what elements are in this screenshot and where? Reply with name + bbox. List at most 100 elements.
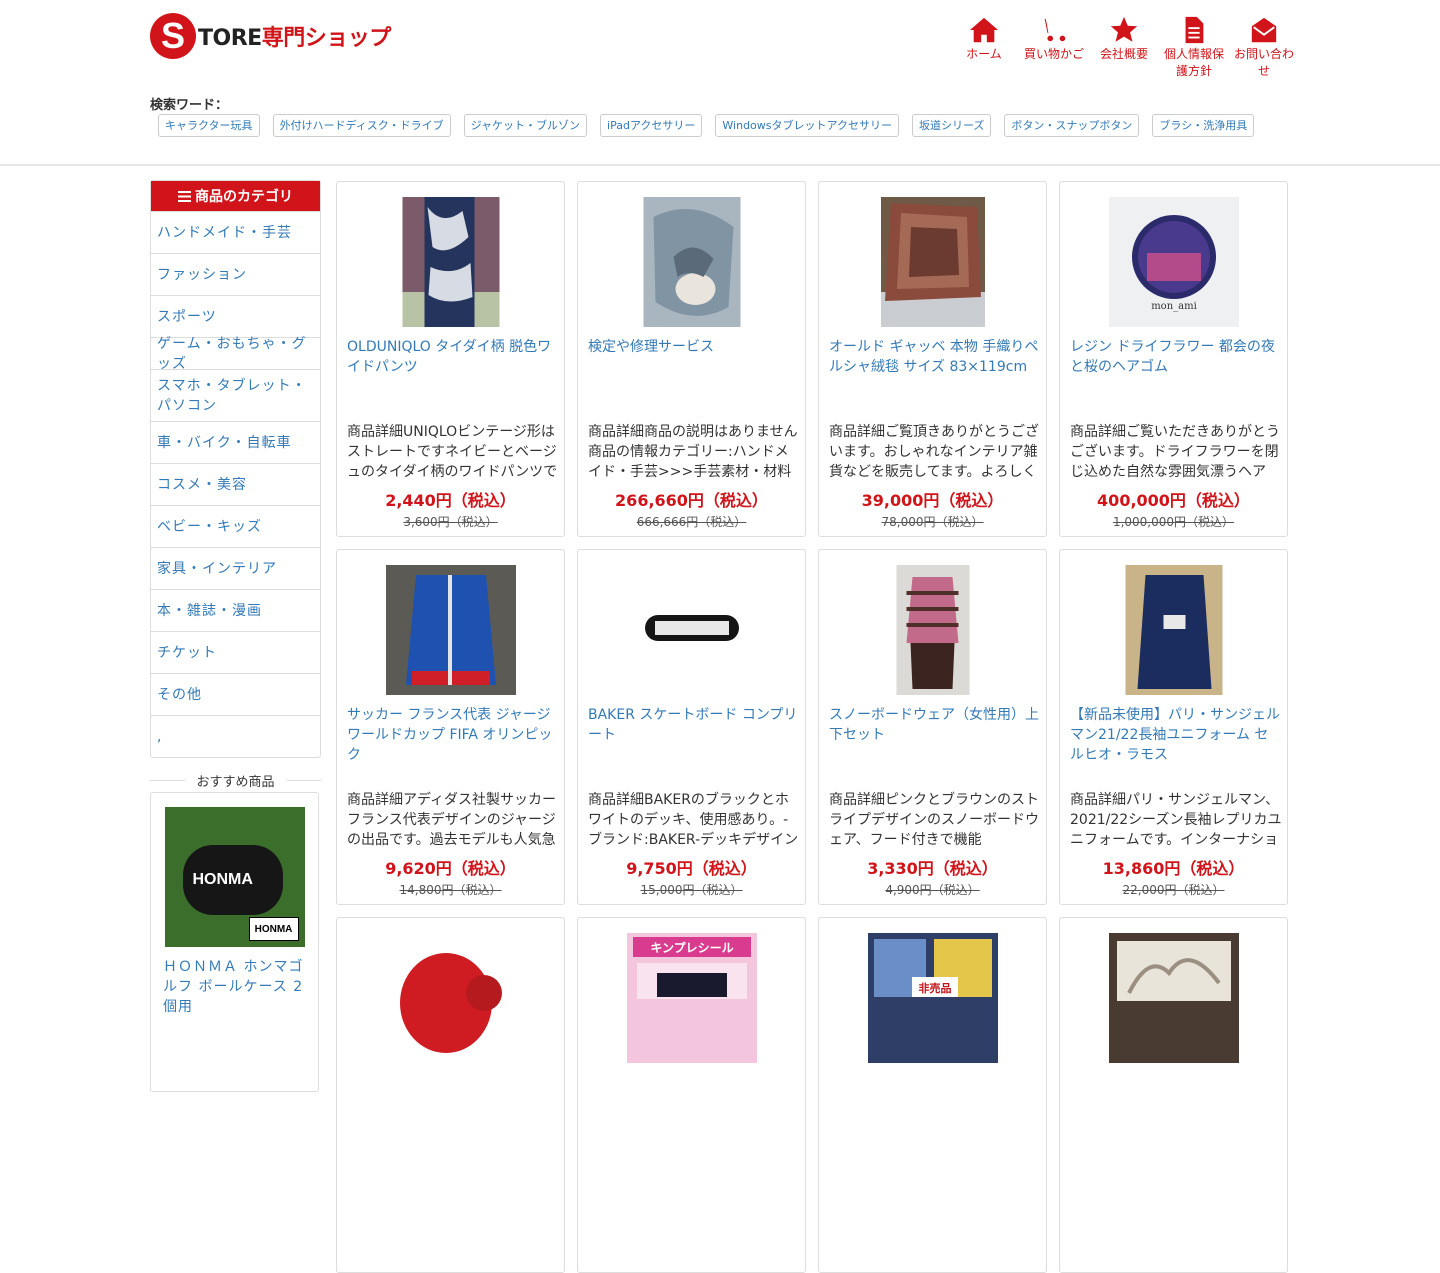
product-image[interactable]: mon_ami [1108,197,1239,327]
product-original-price: 1,000,000円（税込） [1112,515,1235,529]
nav-cart[interactable]: 買い物かご [1020,14,1088,80]
product-description: 商品詳細ピンクとブラウンのストライプデザインのスノーボードウェア、フード付きで機… [829,792,1039,848]
site-header: S TORE専門ショップ ホーム 買い物かご 会社概要 個人情報保護方針 お問い… [0,0,1440,166]
nav-contact-label: お問い合わせ [1233,47,1294,78]
product-name[interactable]: BAKER スケートボード コンプリート [588,705,798,745]
product-name[interactable]: 【新品未使用】パリ・サンジェルマン21/22長袖ユニフォーム セルヒオ・ラモス [1070,705,1280,765]
product-original-price: 22,000円（税込） [1122,883,1225,897]
product-card[interactable]: 非売品 [818,917,1047,1273]
logo-text-red: 専門ショップ [261,26,392,51]
product-image[interactable] [385,933,516,1063]
sidebar: 商品のカテゴリ ハンドメイド・手芸 ファッション スポーツ ゲーム・おもちゃ・グ… [150,180,322,1092]
product-price: 2,440円（税込） [385,491,516,510]
search-tag[interactable]: キャラクター玩具 [158,114,260,137]
product-image[interactable] [880,197,985,327]
product-description: 商品詳細アディダス社製サッカーフランス代表デザインのジャージの出品です。過去モデ… [347,792,557,848]
search-tag[interactable]: ジャケット・ブルゾン [463,114,588,137]
product-price: 3,330円（税込） [867,859,998,878]
divider [150,779,185,781]
category-item[interactable]: スポーツ [151,295,320,337]
product-original-price: 3,600円（税込） [403,515,498,529]
search-tag[interactable]: 坂道シリーズ [911,114,992,137]
product-price: 266,660円（税込） [615,491,768,510]
category-item[interactable]: コスメ・美容 [151,463,320,505]
product-description [829,1158,1041,1218]
product-card[interactable]: サッカー フランス代表 ジャージ ワールドカップ FIFA オリンピック 商品詳… [336,549,565,905]
search-tag[interactable]: ボタン・スナップボタン [1004,114,1140,137]
nav-home[interactable]: ホーム [950,14,1018,80]
product-image[interactable]: キンプレシール [626,933,757,1063]
search-tag[interactable]: iPadアクセサリー [600,114,703,137]
nav-privacy[interactable]: 個人情報保護方針 [1160,14,1228,80]
product-description [347,1158,559,1218]
product-name[interactable]: 検定や修理サービス [588,337,798,357]
site-logo[interactable]: S TORE専門ショップ [150,12,391,60]
category-item[interactable]: , [151,715,320,757]
category-item[interactable]: 家具・インテリア [151,547,320,589]
product-original-price: 666,666円（税込） [636,515,747,529]
search-tag[interactable]: ブラシ・洗浄用具 [1152,114,1255,137]
product-description: 商品詳細BAKERのブラックとホワイトのデッキ、使用感あり。-ブランド:BAKE… [588,792,799,848]
product-name[interactable]: レジン ドライフラワー 都会の夜と桜のヘアゴム [1070,337,1280,377]
image-brand-text: HONMA [192,871,253,888]
recommend-name[interactable]: ＨＯＮＭＡ ホンマゴルフ ボールケース 2個用 [151,947,318,1017]
product-name[interactable]: オールド ギャッベ 本物 手織りペルシャ絨毯 サイズ 83×119cm [829,337,1039,377]
home-icon [950,14,1018,46]
recommend-image[interactable]: HONMA HONMA [164,807,305,947]
category-item[interactable]: チケット [151,631,320,673]
logo-text: TORE専門ショップ [198,20,391,52]
product-card[interactable] [336,917,565,1273]
product-image[interactable] [626,565,757,695]
menu-icon [178,190,191,202]
category-item[interactable]: 本・雑誌・漫画 [151,589,320,631]
logo-mark: S [150,13,196,59]
category-item[interactable]: ハンドメイド・手芸 [151,211,320,253]
product-description [1070,1158,1282,1218]
product-card[interactable]: キンプレシール [577,917,806,1273]
product-name[interactable]: サッカー フランス代表 ジャージ ワールドカップ FIFA オリンピック [347,705,557,765]
product-card[interactable]: オールド ギャッベ 本物 手織りペルシャ絨毯 サイズ 83×119cm 商品詳細… [818,181,1047,537]
product-description: 商品詳細UNIQLOビンテージ形はストレートですネイビーとベージュのタイダイ柄の… [347,424,558,480]
recommend-card[interactable]: HONMA HONMA ＨＯＮＭＡ ホンマゴルフ ボールケース 2個用 [150,792,319,1092]
category-item[interactable]: ファッション [151,253,320,295]
cart-icon [1020,14,1088,46]
product-price: 13,860円（税込） [1102,859,1245,878]
product-card[interactable] [1059,917,1288,1273]
product-image[interactable] [402,197,499,327]
nav-company[interactable]: 会社概要 [1090,14,1158,80]
nav-contact[interactable]: お問い合わせ [1230,14,1298,80]
svg-text:mon_ami: mon_ami [1151,301,1197,312]
product-name[interactable]: OLDUNIQLO タイダイ柄 脱色ワイドパンツ [347,337,557,377]
product-card[interactable]: スノーボードウェア（女性用）上下セット 商品詳細ピンクとブラウンのストライプデザ… [818,549,1047,905]
product-card[interactable]: mon_ami レジン ドライフラワー 都会の夜と桜のヘアゴム 商品詳細ご覧いた… [1059,181,1288,537]
product-original-price: 78,000円（税込） [881,515,984,529]
category-item[interactable]: 車・バイク・自転車 [151,421,320,463]
product-image[interactable]: 非売品 [867,933,998,1063]
product-card[interactable]: 検定や修理サービス 商品詳細商品の説明はありません商品の情報カテゴリー:ハンドメ… [577,181,806,537]
product-card[interactable]: OLDUNIQLO タイダイ柄 脱色ワイドパンツ 商品詳細UNIQLOビンテージ… [336,181,565,537]
category-item[interactable]: スマホ・タブレット・パソコン [151,369,320,421]
product-image[interactable] [896,565,969,695]
product-description: 商品詳細パリ・サンジェルマン、2021/22シーズン長袖レプリカユニフォームです… [1070,792,1282,848]
product-original-price: 14,800円（税込） [399,883,502,897]
product-card[interactable]: 【新品未使用】パリ・サンジェルマン21/22長袖ユニフォーム セルヒオ・ラモス … [1059,549,1288,905]
product-price: 9,620円（税込） [385,859,516,878]
category-item[interactable]: ゲーム・おもちゃ・グッズ [151,336,320,372]
main-nav: ホーム 買い物かご 会社概要 個人情報保護方針 お問い合わせ [950,14,1300,80]
product-image[interactable] [385,565,516,695]
nav-home-label: ホーム [966,47,1002,61]
product-image[interactable] [1108,933,1239,1063]
logo-text-black: TORE [198,26,262,51]
product-card[interactable]: BAKER スケートボード コンプリート 商品詳細BAKERのブラックとホワイト… [577,549,806,905]
category-item[interactable]: その他 [151,673,320,715]
product-image[interactable] [643,197,740,327]
image-caption: キンプレシール [650,940,733,955]
search-tag[interactable]: 外付けハードディスク・ドライブ [272,114,451,137]
product-name[interactable]: スノーボードウェア（女性用）上下セット [829,705,1039,745]
product-description [588,1158,800,1218]
nav-company-label: 会社概要 [1099,47,1148,61]
search-tag[interactable]: Windowsタブレットアクセサリー [715,114,899,137]
product-image[interactable] [1125,565,1222,695]
star-icon [1090,14,1158,46]
category-item[interactable]: ベビー・キッズ [151,505,320,547]
